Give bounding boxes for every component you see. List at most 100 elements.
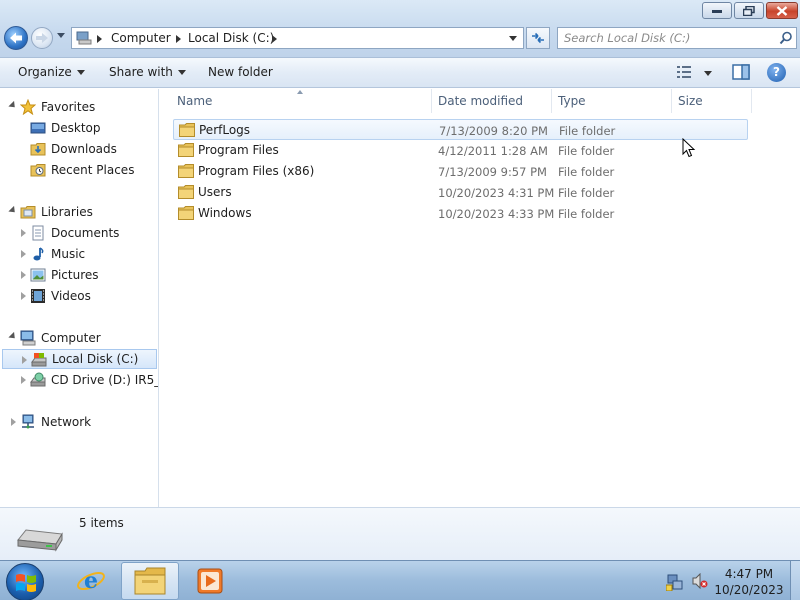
share-with-button[interactable]: Share with — [109, 65, 186, 79]
nav-documents[interactable]: Documents — [0, 223, 158, 243]
close-icon — [776, 5, 788, 16]
nav-favorites[interactable]: Favorites — [0, 97, 158, 117]
nav-pictures-label: Pictures — [51, 268, 99, 282]
internet-explorer-icon: e — [77, 568, 105, 594]
file-name[interactable]: PerfLogs — [199, 123, 250, 137]
nav-libraries[interactable]: Libraries — [0, 202, 158, 222]
nav-desktop[interactable]: Desktop — [0, 118, 158, 138]
videos-icon — [31, 289, 45, 303]
navigation-pane[interactable]: Favorites Desktop Downloads Recent Place… — [0, 89, 159, 507]
nav-music[interactable]: Music — [0, 244, 158, 264]
expand-arrow-icon[interactable] — [8, 100, 18, 111]
file-type: File folder — [558, 144, 615, 158]
details-pane: 5 items — [0, 507, 800, 560]
breadcrumb-separator-icon[interactable] — [272, 35, 277, 43]
restore-icon — [743, 5, 755, 16]
svg-text:e: e — [84, 568, 98, 594]
new-folder-label: New folder — [208, 65, 273, 79]
pictures-icon — [30, 268, 46, 282]
minimize-button[interactable] — [702, 2, 732, 19]
expand-arrow-icon[interactable] — [8, 205, 18, 216]
documents-icon — [32, 225, 44, 241]
address-bar[interactable]: Computer Local Disk (C:) — [71, 27, 524, 49]
taskbar-media-player[interactable] — [181, 562, 239, 600]
search-box[interactable] — [557, 27, 797, 49]
forward-button[interactable] — [31, 27, 53, 49]
file-name[interactable]: Program Files (x86) — [198, 164, 314, 178]
file-row[interactable]: Users 10/20/2023 4:31 PM File folder — [173, 182, 748, 203]
nav-cd-drive[interactable]: CD Drive (D:) IR5_CC — [0, 370, 158, 390]
nav-computer[interactable]: Computer — [0, 328, 158, 348]
chevron-down-icon — [76, 70, 85, 75]
help-button[interactable]: ? — [767, 63, 786, 82]
start-button[interactable] — [6, 563, 44, 600]
nav-network[interactable]: Network — [0, 412, 158, 432]
file-type: File folder — [559, 124, 616, 138]
restore-button[interactable] — [734, 2, 764, 19]
recent-pages-chevron-icon[interactable] — [57, 33, 65, 39]
expand-arrow-icon[interactable] — [11, 418, 16, 426]
column-headers: Name Date modified Type Size — [160, 89, 800, 113]
taskbar-windows-explorer[interactable] — [121, 562, 179, 600]
show-desktop-button[interactable] — [790, 561, 800, 600]
media-player-icon — [197, 568, 223, 594]
file-name[interactable]: Users — [198, 185, 232, 199]
command-bar: Organize Share with New folder ? — [0, 58, 800, 88]
close-button[interactable] — [766, 2, 798, 19]
back-button[interactable] — [4, 26, 28, 50]
column-header-date-modified[interactable]: Date modified — [438, 94, 523, 108]
expand-arrow-icon[interactable] — [21, 292, 26, 300]
file-type: File folder — [558, 186, 615, 200]
nav-cd-drive-label: CD Drive (D:) IR5_CC — [51, 373, 158, 387]
clock-date[interactable]: 10/20/2023 — [712, 583, 786, 597]
file-row[interactable]: Program Files 4/12/2011 1:28 AM File fol… — [173, 140, 748, 161]
file-row[interactable]: PerfLogs 7/13/2009 8:20 PM File folder — [173, 119, 748, 140]
nav-local-disk[interactable]: Local Disk (C:) — [2, 349, 157, 369]
file-name[interactable]: Program Files — [198, 143, 279, 157]
file-name[interactable]: Windows — [198, 206, 252, 220]
breadcrumb-local-disk[interactable]: Local Disk (C:) — [188, 31, 274, 45]
taskbar-internet-explorer[interactable]: e — [62, 562, 120, 600]
organize-button[interactable]: Organize — [18, 65, 85, 79]
mouse-cursor-icon — [682, 138, 696, 158]
search-input[interactable] — [564, 30, 769, 46]
expand-arrow-icon[interactable] — [21, 376, 26, 384]
view-options-chevron-icon[interactable] — [704, 71, 712, 76]
expand-arrow-icon[interactable] — [22, 356, 27, 364]
search-icon[interactable] — [779, 31, 793, 45]
recent-places-icon — [30, 164, 46, 177]
column-divider[interactable] — [671, 89, 672, 113]
new-folder-button[interactable]: New folder — [208, 65, 273, 79]
file-list[interactable]: Name Date modified Type Size PerfLogs 7/… — [160, 89, 800, 507]
network-tray-icon[interactable] — [666, 573, 684, 591]
expand-arrow-icon[interactable] — [21, 250, 26, 258]
breadcrumb-separator-icon[interactable] — [176, 35, 181, 43]
file-row[interactable]: Windows 10/20/2023 4:33 PM File folder — [173, 203, 748, 224]
column-header-type[interactable]: Type — [558, 94, 586, 108]
folder-icon — [178, 143, 194, 157]
expand-arrow-icon[interactable] — [21, 229, 26, 237]
change-view-icon[interactable] — [676, 65, 692, 79]
column-divider[interactable] — [551, 89, 552, 113]
file-date-modified: 4/12/2011 1:28 AM — [438, 144, 548, 158]
music-icon — [33, 247, 44, 261]
column-divider[interactable] — [751, 89, 752, 113]
file-date-modified: 10/20/2023 4:33 PM — [438, 207, 555, 221]
refresh-button[interactable] — [526, 27, 550, 49]
expand-arrow-icon[interactable] — [8, 331, 18, 342]
volume-muted-icon[interactable] — [692, 573, 708, 589]
column-header-size[interactable]: Size — [678, 94, 703, 108]
nav-pictures[interactable]: Pictures — [0, 265, 158, 285]
nav-recent-places[interactable]: Recent Places — [0, 160, 158, 180]
expand-arrow-icon[interactable] — [21, 271, 26, 279]
nav-music-label: Music — [51, 247, 86, 261]
nav-downloads[interactable]: Downloads — [0, 139, 158, 159]
address-dropdown-icon[interactable] — [509, 36, 517, 42]
column-divider[interactable] — [431, 89, 432, 113]
breadcrumb-computer[interactable]: Computer — [111, 31, 171, 45]
column-header-name[interactable]: Name — [177, 94, 212, 108]
file-row[interactable]: Program Files (x86) 7/13/2009 9:57 PM Fi… — [173, 161, 748, 182]
preview-pane-icon[interactable] — [732, 64, 750, 80]
nav-videos[interactable]: Videos — [0, 286, 158, 306]
clock-time[interactable]: 4:47 PM — [712, 567, 786, 581]
